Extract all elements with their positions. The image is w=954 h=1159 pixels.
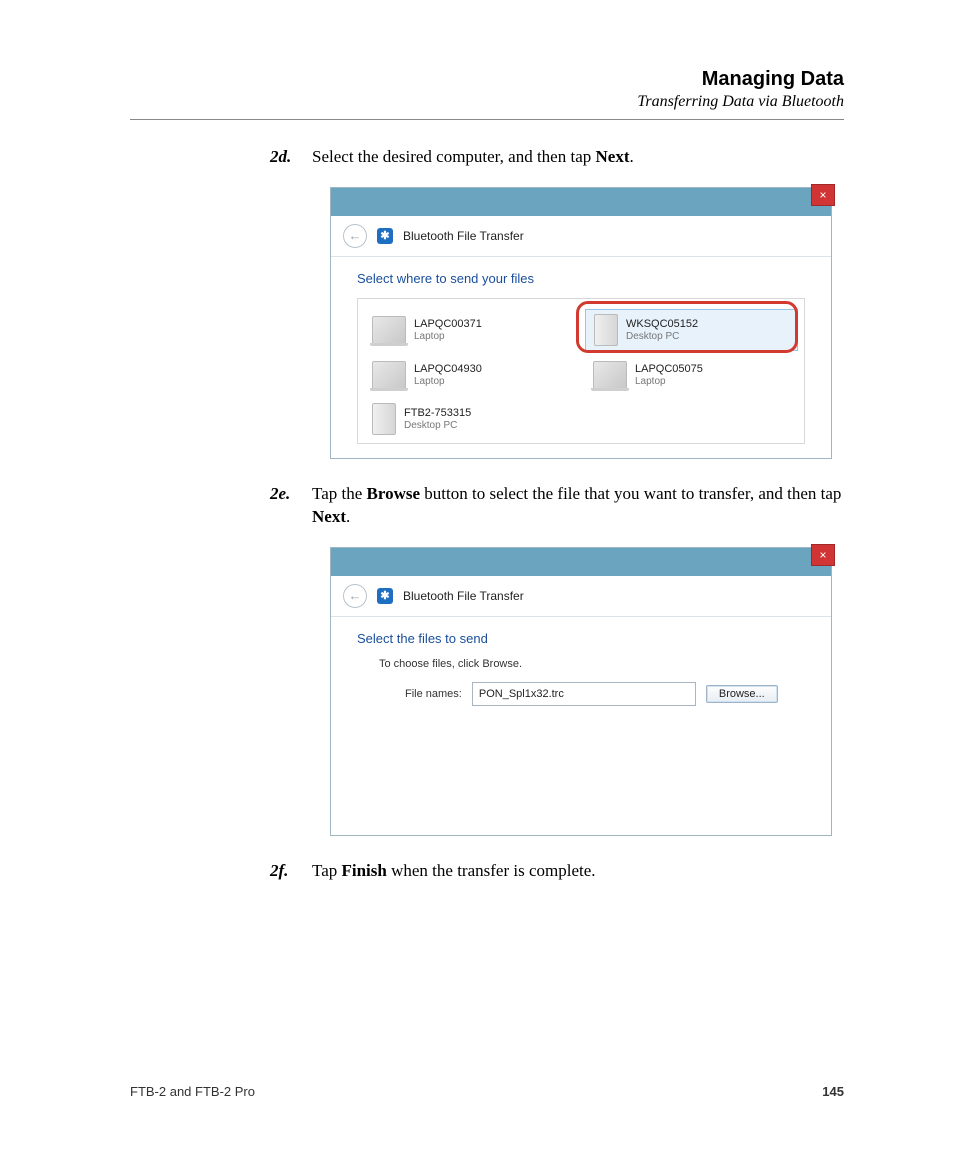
dialog-header: ← ✱ Bluetooth File Transfer xyxy=(331,576,831,617)
instruction-text: To choose files, click Browse. xyxy=(379,658,805,670)
step-2d: 2d. Select the desired computer, and the… xyxy=(270,146,844,169)
device-item[interactable]: LAPQC05075 Laptop xyxy=(585,357,798,393)
device-list: LAPQC00371 Laptop WKSQC05152 Desktop PC … xyxy=(357,298,805,444)
dialog-header: ← ✱ Bluetooth File Transfer xyxy=(331,216,831,257)
step-label: 2d. xyxy=(270,146,312,169)
laptop-icon xyxy=(372,361,406,389)
device-type: Laptop xyxy=(414,331,482,343)
header-divider xyxy=(130,119,844,120)
step-label: 2e. xyxy=(270,483,312,506)
file-names-input[interactable]: PON_Spl1x32.trc xyxy=(472,682,696,706)
step-2f: 2f. Tap Finish when the transfer is comp… xyxy=(270,860,844,883)
device-name: LAPQC00371 xyxy=(414,318,482,331)
bluetooth-icon: ✱ xyxy=(377,228,393,244)
screenshot-select-file: × ← ✱ Bluetooth File Transfer Select the… xyxy=(330,547,832,836)
device-name: LAPQC05075 xyxy=(635,363,703,376)
dialog-title: Bluetooth File Transfer xyxy=(403,589,524,603)
file-names-label: File names: xyxy=(405,688,462,700)
device-item[interactable]: LAPQC00371 Laptop xyxy=(364,309,577,351)
bluetooth-icon: ✱ xyxy=(377,588,393,604)
back-icon[interactable]: ← xyxy=(343,224,367,248)
device-name: LAPQC04930 xyxy=(414,363,482,376)
close-icon[interactable]: × xyxy=(811,544,835,566)
device-name: FTB2-753315 xyxy=(404,407,471,420)
page-header-title: Managing Data xyxy=(130,68,844,91)
close-icon[interactable]: × xyxy=(811,184,835,206)
browse-button[interactable]: Browse... xyxy=(706,685,778,703)
step-text: Tap the Browse button to select the file… xyxy=(312,483,844,529)
device-type: Laptop xyxy=(414,376,482,388)
laptop-icon xyxy=(593,361,627,389)
dialog-prompt: Select the files to send xyxy=(357,631,805,646)
step-text: Tap Finish when the transfer is complete… xyxy=(312,860,596,883)
dialog-titlebar: × xyxy=(331,188,831,216)
step-2e: 2e. Tap the Browse button to select the … xyxy=(270,483,844,529)
page-footer: FTB-2 and FTB-2 Pro 145 xyxy=(130,1084,844,1099)
device-type: Desktop PC xyxy=(626,331,698,343)
step-text: Select the desired computer, and then ta… xyxy=(312,146,634,169)
dialog-titlebar: × xyxy=(331,548,831,576)
laptop-icon xyxy=(372,316,406,344)
footer-product: FTB-2 and FTB-2 Pro xyxy=(130,1084,255,1099)
screenshot-select-device: × ← ✱ Bluetooth File Transfer Select whe… xyxy=(330,187,832,459)
desktop-icon xyxy=(372,403,396,435)
device-type: Laptop xyxy=(635,376,703,388)
desktop-icon xyxy=(594,314,618,346)
device-type: Desktop PC xyxy=(404,420,471,432)
dialog-title: Bluetooth File Transfer xyxy=(403,229,524,243)
dialog-prompt: Select where to send your files xyxy=(357,271,805,286)
page-header-subtitle: Transferring Data via Bluetooth xyxy=(130,93,844,111)
device-name: WKSQC05152 xyxy=(626,318,698,331)
device-item-selected[interactable]: WKSQC05152 Desktop PC xyxy=(585,309,798,351)
footer-page-number: 145 xyxy=(822,1084,844,1099)
back-icon[interactable]: ← xyxy=(343,584,367,608)
step-label: 2f. xyxy=(270,860,312,883)
device-item[interactable]: LAPQC04930 Laptop xyxy=(364,357,577,393)
device-item[interactable]: FTB2-753315 Desktop PC xyxy=(364,399,577,439)
